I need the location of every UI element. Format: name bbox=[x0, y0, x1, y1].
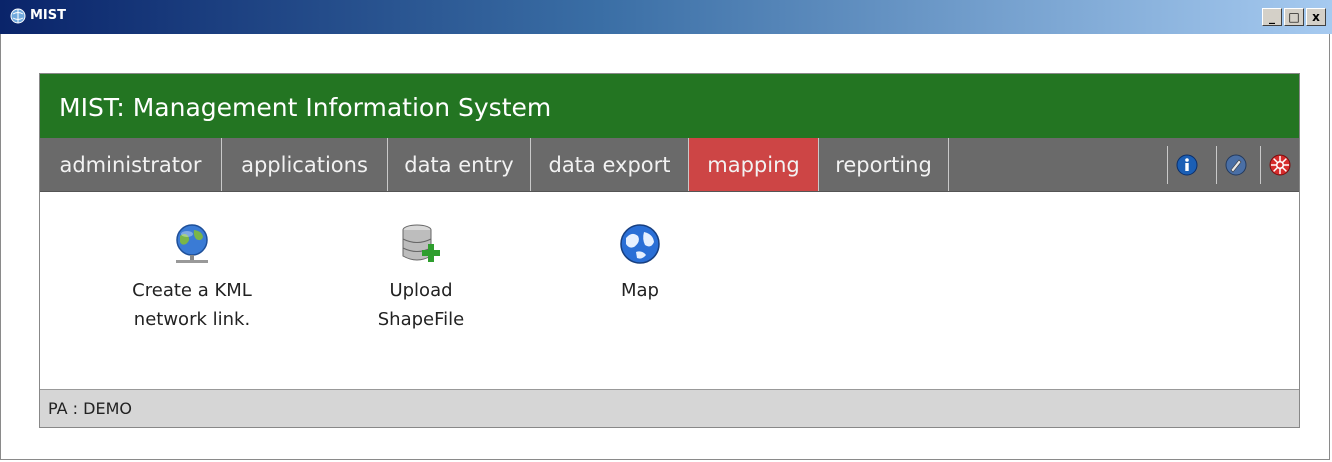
network-globe-icon bbox=[176, 224, 208, 263]
tab-data-entry[interactable]: data entry bbox=[388, 138, 531, 191]
app-label-line2: ShapeFile bbox=[377, 309, 465, 330]
status-bar: PA : DEMO bbox=[40, 389, 1299, 427]
info-button[interactable] bbox=[1167, 146, 1205, 184]
app-label-line1: Create a KML bbox=[132, 280, 252, 301]
logout-button[interactable] bbox=[1260, 146, 1298, 184]
tab-mapping[interactable]: mapping bbox=[689, 138, 819, 191]
edit-button[interactable] bbox=[1216, 146, 1254, 184]
maximize-button[interactable]: □ bbox=[1284, 8, 1304, 26]
nav-bar: administrator applications data entry da… bbox=[40, 138, 1299, 192]
minimize-button[interactable]: _ bbox=[1262, 8, 1282, 26]
logout-icon bbox=[1269, 154, 1290, 176]
page-title: MIST: Management Information System bbox=[59, 93, 552, 122]
app-label-line2: network link. bbox=[133, 309, 251, 330]
app-create-kml[interactable]: Create a KML network link. bbox=[102, 222, 282, 334]
app-header: MIST: Management Information System bbox=[40, 74, 1299, 138]
tab-applications[interactable]: applications bbox=[222, 138, 388, 191]
app-launcher: Create a KML network link. Upload ShapeF… bbox=[40, 192, 1299, 390]
app-upload-shapefile[interactable]: Upload ShapeFile bbox=[331, 222, 511, 334]
edit-icon bbox=[1225, 154, 1246, 176]
app-label-line1: Upload bbox=[389, 280, 453, 301]
tab-administrator[interactable]: administrator bbox=[40, 138, 222, 191]
window-controls: _ □ x bbox=[1262, 8, 1326, 26]
tab-reporting[interactable]: reporting bbox=[819, 138, 949, 191]
database-add-icon bbox=[402, 224, 440, 262]
main-panel: MIST: Management Information System admi… bbox=[39, 73, 1300, 428]
globe-icon bbox=[620, 224, 660, 264]
app-label: Create a KML network link. bbox=[102, 276, 282, 334]
close-button[interactable]: x bbox=[1306, 8, 1326, 26]
app-globe-icon bbox=[10, 8, 26, 24]
app-label: Map bbox=[550, 276, 730, 305]
info-icon bbox=[1176, 154, 1197, 176]
status-text: PA : DEMO bbox=[48, 399, 132, 418]
tab-data-export[interactable]: data export bbox=[531, 138, 689, 191]
app-label: Upload ShapeFile bbox=[331, 276, 511, 334]
title-bar[interactable]: MIST _ □ x bbox=[0, 0, 1332, 34]
app-label-line1: Map bbox=[621, 280, 659, 301]
window-title: MIST bbox=[30, 8, 67, 23]
app-map[interactable]: Map bbox=[550, 222, 730, 305]
